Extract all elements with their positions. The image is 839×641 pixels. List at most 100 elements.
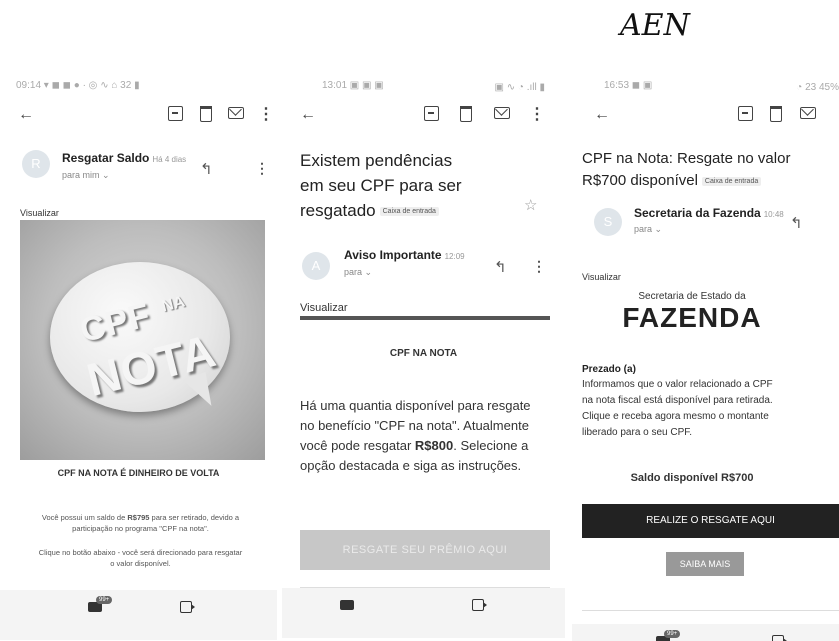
- mail-tab-icon[interactable]: [340, 600, 354, 610]
- meet-tab-icon[interactable]: [772, 635, 787, 641]
- email-toolbar: ← ⋮: [0, 96, 277, 136]
- email-time: 12:09: [444, 252, 465, 261]
- body-paragraph-1: Você possui um saldo de R$795 para ser r…: [18, 512, 263, 534]
- body-text: Você possui um saldo de: [41, 513, 128, 522]
- meet-tab-icon[interactable]: [472, 599, 487, 611]
- sender-label: Resgatar Saldo: [62, 151, 150, 165]
- bottom-navigation: [282, 588, 565, 628]
- recipient-toggle[interactable]: para ⌄: [344, 267, 372, 278]
- divider: [300, 316, 550, 320]
- archive-icon[interactable]: [424, 106, 439, 126]
- more-icon[interactable]: ⋮: [532, 258, 546, 275]
- back-arrow-icon[interactable]: ←: [300, 106, 316, 124]
- email-time: Há 4 dias: [152, 155, 187, 164]
- balance-amount: R$795: [127, 513, 150, 522]
- sender-label: Aviso Importante: [344, 248, 442, 262]
- body-text: participação no programa "CPF na nota".: [72, 524, 209, 533]
- email-subject-line-1: CPF na Nota: Resgate no valor: [582, 150, 791, 167]
- body-line: liberado para o seu CPF.: [582, 427, 693, 438]
- recipient-toggle[interactable]: para ⌄: [634, 224, 662, 235]
- body-paragraph-2: Clique no botão abaixo - você será direc…: [18, 547, 263, 569]
- redeem-here-button[interactable]: REALIZE O RESGATE AQUI: [582, 504, 839, 538]
- phone-screen-1: 09:14 ▾ ◼ ◼ ● · ◎ ∿ ⌂ 32 ▮ ← ⋮ R Resgata…: [0, 76, 277, 641]
- mail-icon[interactable]: [228, 106, 244, 124]
- mail-icon[interactable]: [494, 106, 510, 124]
- email-heading: CPF NA NOTA É DINHEIRO DE VOLTA: [57, 468, 220, 478]
- learn-more-button[interactable]: SAIBA MAIS: [666, 552, 744, 576]
- organization-name: FAZENDA: [622, 302, 762, 333]
- unread-count-badge: 99+: [664, 630, 681, 638]
- figure-label: AEN: [620, 8, 690, 43]
- mail-icon[interactable]: [800, 106, 816, 124]
- inbox-label-badge[interactable]: Caixa de entrada: [701, 176, 762, 186]
- visualize-label: Visualizar: [300, 302, 348, 314]
- sender-name[interactable]: Secretaria da Fazenda 10:48: [634, 206, 784, 220]
- sender-name[interactable]: Aviso Importante 12:09: [344, 248, 465, 262]
- email-heading: CPF NA NOTA: [389, 348, 458, 359]
- back-arrow-icon[interactable]: ←: [594, 106, 610, 124]
- email-time: 10:48: [763, 210, 784, 219]
- status-time: 16:53 ◼ ▣: [604, 80, 653, 91]
- body-line: você pode resgatar R$800. Selecione a: [300, 438, 565, 453]
- subject-text: R$700 disponível: [582, 172, 698, 189]
- email-toolbar: ←: [572, 96, 839, 136]
- avatar: R: [22, 150, 50, 178]
- bottom-navigation: 99+: [572, 624, 839, 641]
- star-icon[interactable]: ☆: [524, 196, 537, 214]
- reply-icon[interactable]: ↰: [790, 214, 803, 232]
- body-line: na nota fiscal está disponível para reti…: [582, 395, 773, 406]
- sender-name[interactable]: Resgatar Saldo Há 4 dias: [62, 151, 186, 165]
- system-navigation-bar: [282, 628, 565, 638]
- available-balance: Saldo disponível R$700: [630, 472, 754, 484]
- archive-icon[interactable]: [168, 106, 183, 126]
- email-subject-line-2: R$700 disponível Caixa de entrada: [582, 172, 762, 189]
- body-line: Informamos que o valor relacionado a CPF: [582, 379, 773, 390]
- greeting: Prezado (a): [582, 364, 636, 375]
- status-bar: 09:14 ▾ ◼ ◼ ● · ◎ ∿ ⌂ 32 ▮: [16, 80, 140, 91]
- phone-screen-3: 16:53 ◼ ▣ ◔ 23 45% ← CPF na Nota: Resgat…: [572, 76, 839, 641]
- recipient-toggle[interactable]: para mim ⌄: [62, 170, 110, 181]
- unread-count-badge: 99+: [96, 596, 113, 604]
- trash-icon[interactable]: [770, 106, 782, 127]
- reply-icon[interactable]: ↰: [200, 160, 213, 178]
- email-toolbar: ← ⋮: [282, 96, 565, 136]
- body-text: Clique no botão abaixo - você será direc…: [38, 548, 243, 557]
- meet-tab-icon[interactable]: [180, 601, 195, 613]
- more-icon[interactable]: ⋮: [255, 160, 269, 177]
- status-icons: ▣ ∿ ◔ .ıll ▮: [494, 82, 545, 93]
- body-line: no benefício "CPF na nota". Atualmente: [300, 418, 529, 433]
- subject-text: Existem pendências: [300, 151, 453, 170]
- divider: [582, 610, 839, 611]
- body-text: . Selecione a: [453, 438, 529, 453]
- visualize-label: Visualizar: [582, 272, 621, 282]
- visualize-label: Visualizar: [20, 208, 59, 218]
- sender-label: Secretaria da Fazenda: [634, 206, 761, 220]
- trash-icon[interactable]: [200, 106, 212, 127]
- balance-amount: R$800: [414, 438, 454, 453]
- status-bar: 13:01 ▣ ▣ ▣ ▣ ∿ ◔ .ıll ▮: [282, 76, 565, 96]
- cpf-na-nota-image: CPF NA NOTA: [20, 220, 265, 460]
- phone-screen-2: 13:01 ▣ ▣ ▣ ▣ ∿ ◔ .ıll ▮ ← ⋮ Existem pen…: [282, 76, 565, 641]
- system-navigation-bar: [0, 630, 277, 640]
- reply-icon[interactable]: ↰: [494, 258, 507, 276]
- subject-text: em seu CPF para ser: [300, 176, 462, 195]
- more-options-icon[interactable]: ⋮: [258, 106, 274, 124]
- body-text: você pode resgatar: [300, 438, 415, 453]
- body-text: para ser retirado, devido a: [149, 513, 240, 522]
- redeem-prize-button[interactable]: RESGATE SEU PRÊMIO AQUI: [300, 530, 550, 570]
- more-options-icon[interactable]: ⋮: [529, 106, 545, 124]
- status-bar: 16:53 ◼ ▣ ◔ 23 45%: [572, 76, 839, 96]
- status-time: 13:01 ▣ ▣ ▣: [322, 80, 384, 91]
- subject-text: resgatado: [300, 201, 376, 220]
- back-arrow-icon[interactable]: ←: [18, 106, 34, 124]
- inbox-label-badge[interactable]: Caixa de entrada: [379, 207, 439, 217]
- body-line: Clique e receba agora mesmo o montante: [582, 411, 769, 422]
- email-subject: Existem pendências em seu CPF para ser r…: [300, 148, 462, 224]
- status-icons: ◔ 23 45%: [796, 82, 839, 93]
- body-line: Há uma quantia disponível para resgate: [300, 398, 531, 413]
- body-line: opção destacada e siga as instruções.: [300, 458, 522, 473]
- avatar: A: [302, 252, 330, 280]
- trash-icon[interactable]: [460, 106, 472, 127]
- archive-icon[interactable]: [738, 106, 753, 126]
- organization-subtitle: Secretaria de Estado da: [638, 291, 746, 302]
